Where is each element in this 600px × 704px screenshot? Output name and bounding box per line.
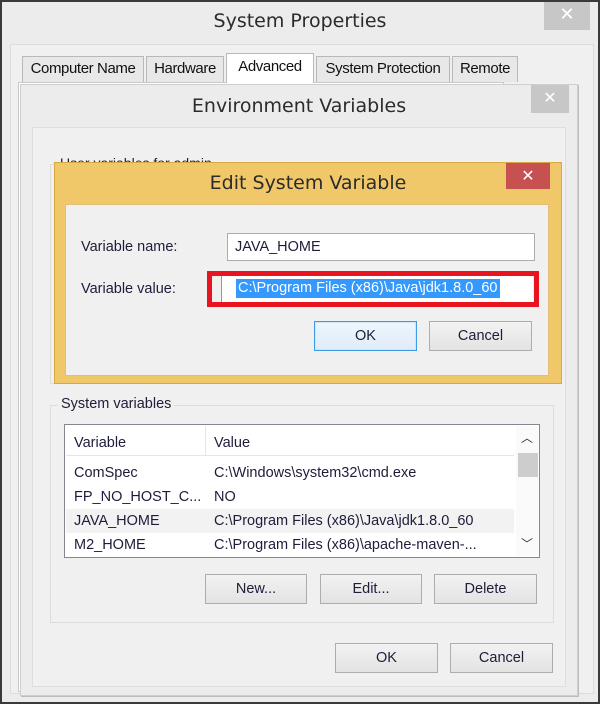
list-header: Variable Value (66, 426, 514, 456)
tab-computer-name[interactable]: Computer Name (22, 56, 144, 82)
edit-variable-cancel-button[interactable]: Cancel (429, 321, 532, 351)
scroll-down-button[interactable]: ﹀ (516, 534, 538, 554)
environment-variables-close-button[interactable]: ✕ (531, 85, 569, 113)
close-icon: ✕ (559, 4, 575, 25)
system-properties-close-button[interactable]: ✕ (544, 2, 590, 30)
tab-advanced[interactable]: Advanced (226, 53, 314, 83)
new-variable-button[interactable]: New... (205, 574, 307, 604)
chevron-down-icon: ﹀ (520, 537, 533, 551)
edit-system-variable-close-button[interactable]: ✕ (506, 163, 550, 189)
scrollbar-thumb[interactable] (518, 453, 538, 477)
column-header-value[interactable]: Value (206, 426, 514, 456)
tab-remote[interactable]: Remote (452, 56, 518, 82)
variable-cell: FP_NO_HOST_C... (74, 489, 202, 505)
table-row[interactable]: M2_HOME C:\Program Files (x86)\apache-ma… (66, 533, 514, 557)
value-cell: C:\Program Files (x86)\Java\jdk1.8.0_60 (214, 513, 474, 529)
annotation-highlight-box (207, 271, 539, 307)
variable-cell: ComSpec (74, 465, 138, 481)
table-row[interactable]: FP_NO_HOST_C... NO (66, 485, 514, 509)
system-properties-title: System Properties (213, 10, 387, 32)
value-cell: C:\Windows\system32\cmd.exe (214, 465, 417, 481)
close-icon: ✕ (521, 166, 535, 185)
variable-name-input[interactable]: JAVA_HOME (227, 233, 535, 261)
tab-system-protection[interactable]: System Protection (316, 56, 450, 82)
environment-variables-ok-button[interactable]: OK (335, 643, 438, 673)
edit-variable-button[interactable]: Edit... (320, 574, 422, 604)
variable-name-label: Variable name: (81, 239, 178, 255)
system-variables-label: System variables (58, 396, 175, 412)
scroll-up-button[interactable]: ︿ (516, 428, 538, 448)
edit-system-variable-title: Edit System Variable (209, 172, 407, 194)
value-cell: NO (214, 489, 236, 505)
tab-hardware[interactable]: Hardware (146, 56, 224, 82)
close-icon: ✕ (543, 88, 557, 107)
column-header-variable[interactable]: Variable (66, 426, 206, 456)
vertical-scrollbar[interactable]: ︿ ﹀ (516, 426, 538, 556)
table-row[interactable]: ComSpec C:\Windows\system32\cmd.exe (66, 461, 514, 485)
variable-cell: M2_HOME (74, 537, 146, 553)
variable-cell: JAVA_HOME (74, 513, 160, 529)
environment-variables-cancel-button[interactable]: Cancel (450, 643, 553, 673)
chevron-up-icon: ︿ (520, 431, 533, 445)
system-variables-list[interactable]: Variable Value ComSpec C:\Windows\system… (64, 424, 540, 558)
edit-variable-ok-button[interactable]: OK (314, 321, 417, 351)
value-cell: C:\Program Files (x86)\apache-maven-... (214, 537, 477, 553)
variable-value-label: Variable value: (81, 281, 176, 297)
environment-variables-title: Environment Variables (191, 95, 407, 117)
delete-variable-button[interactable]: Delete (434, 574, 537, 604)
table-row-highlighted[interactable]: JAVA_HOME C:\Program Files (x86)\Java\jd… (66, 509, 514, 533)
